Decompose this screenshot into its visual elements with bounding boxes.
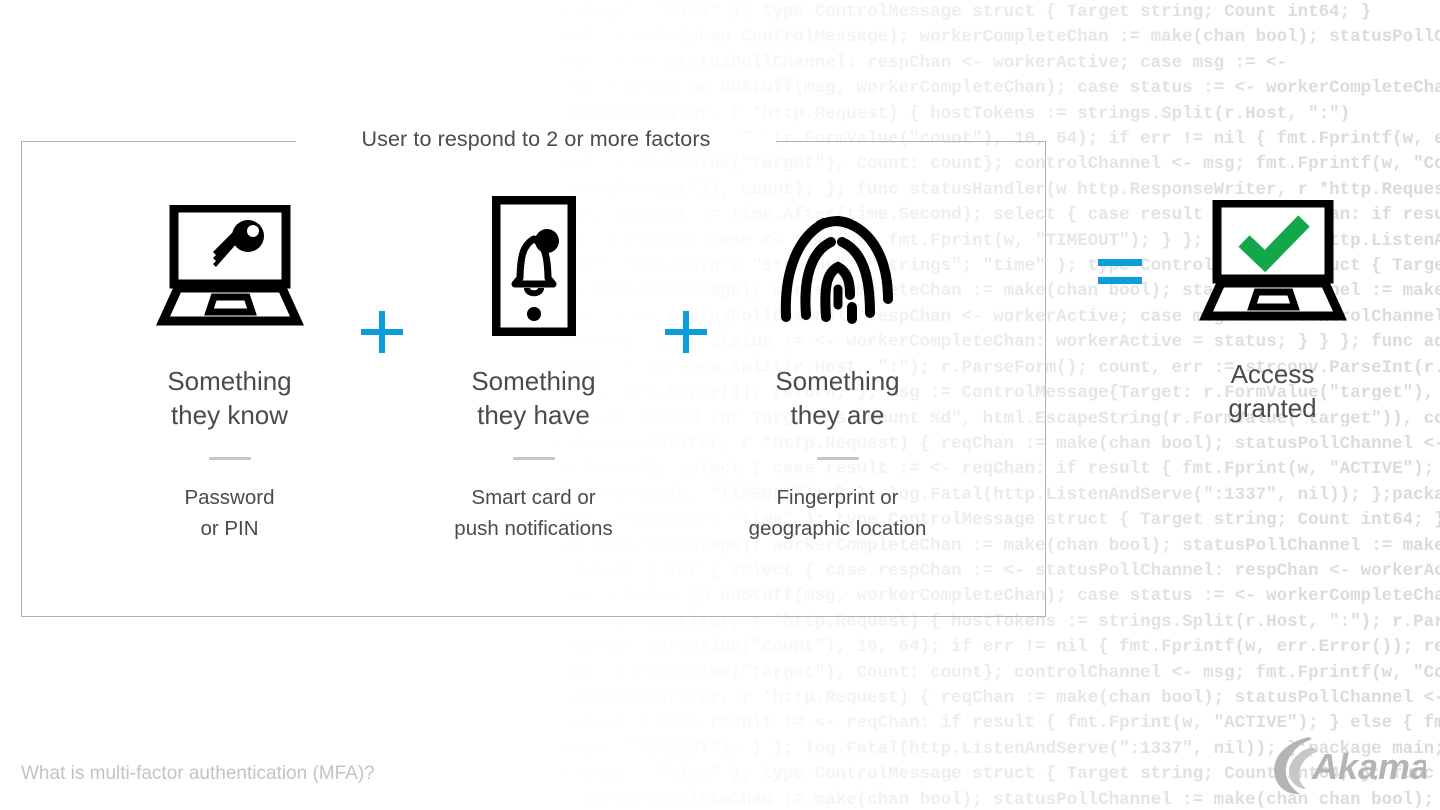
background-code-line: for { select { case respChan := <- statu… xyxy=(300,52,1288,73)
factor-divider xyxy=(208,457,251,460)
factor-title: Something they know xyxy=(167,366,292,430)
background-code-line: func statusHandler(w http.ResponseWriter… xyxy=(300,687,1440,708)
factor-title: Something they have xyxy=(471,366,596,430)
factor-subtitle: Password or PIN xyxy=(184,486,275,540)
background-code-line: msg := ControlMessage{Target: r.FormValu… xyxy=(300,662,1440,683)
factor-row: Something they know Password or PIN Some… xyxy=(21,141,1046,617)
footer-caption: What is multi-factor authentication (MFA… xyxy=(21,763,375,784)
factor-subtitle: Smart card or push notifications xyxy=(454,486,613,540)
result-title: Access granted xyxy=(1228,359,1317,423)
background-code-line: controlChannel: workerActive = true; go … xyxy=(300,78,1440,99)
background-code-line: count, err := strconv.ParseInt(r.FormVal… xyxy=(300,637,1440,658)
factor-title: Something they are xyxy=(775,366,900,430)
background-code-line: "net/http"; "strconv"; "strings"; "time"… xyxy=(300,2,1372,22)
factor-something-they-are: Something they are Fingerprint or geogra… xyxy=(713,141,963,544)
factor-something-they-know: Something they know Password or PIN xyxy=(105,141,355,544)
fingerprint-icon xyxy=(776,196,900,336)
smartphone-bell-icon xyxy=(491,196,576,336)
laptop-key-icon xyxy=(155,196,304,336)
factor-subtitle: Fingerprint or geographic location xyxy=(748,486,927,540)
result-access-granted: Access granted xyxy=(1155,196,1390,425)
plus-operator-1 xyxy=(355,141,409,355)
plus-operator-2 xyxy=(659,141,713,355)
akamai-wordmark: Akamai xyxy=(1311,746,1426,787)
equals-operator xyxy=(1097,255,1143,294)
background-code-line: } } }; func admin(w http.ResponseWriter,… xyxy=(300,103,1351,124)
factor-divider xyxy=(512,457,555,460)
akamai-logo: Akamai xyxy=(1266,733,1440,795)
laptop-checkmark-icon xyxy=(1198,196,1347,326)
background-code-line: func main() { controlChannel := make(cha… xyxy=(300,27,1440,48)
factor-something-they-have: Something they have Smart card or push n… xyxy=(409,141,659,544)
factor-divider xyxy=(816,457,859,460)
